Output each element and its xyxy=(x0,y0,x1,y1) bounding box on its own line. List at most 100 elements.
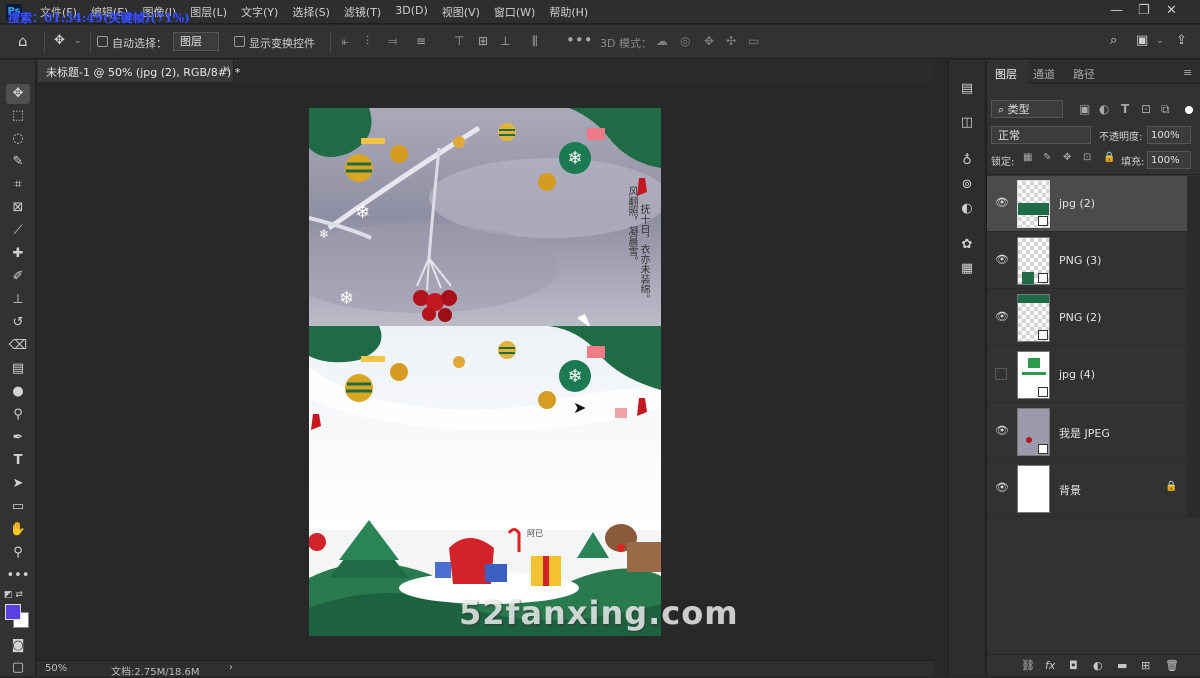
quick-select-tool-icon[interactable]: ✎ xyxy=(6,152,30,172)
lock-all-icon[interactable]: 🔒 xyxy=(1103,152,1115,163)
minimize-icon[interactable]: — xyxy=(1110,3,1123,18)
menu-type[interactable]: 文字(Y) xyxy=(241,4,278,20)
more-options-icon[interactable]: ••• xyxy=(566,31,593,49)
filter-pixel-icon[interactable]: ▣ xyxy=(1079,102,1090,116)
lock-transparent-icon[interactable]: ▦ xyxy=(1023,152,1032,163)
layer-name[interactable]: PNG (2) xyxy=(1059,311,1101,324)
eyedropper-tool-icon[interactable]: ⟋ xyxy=(6,221,30,241)
layer-name[interactable]: jpg (4) xyxy=(1059,368,1095,381)
lock-artboard-icon[interactable]: ⊡ xyxy=(1083,152,1091,163)
auto-select-checkbox[interactable] xyxy=(97,36,108,47)
crop-tool-icon[interactable]: ⌗ xyxy=(6,175,30,195)
marquee-tool-icon[interactable]: ⬚ xyxy=(6,106,30,126)
more-tools-icon[interactable]: ••• xyxy=(6,566,30,586)
fill-input[interactable]: 100% xyxy=(1147,151,1191,169)
layer-name[interactable]: jpg (2) xyxy=(1059,197,1095,210)
distribute-vertical-icon[interactable]: ⫼ xyxy=(532,34,538,49)
preset-chevron-icon[interactable]: ⌄ xyxy=(74,36,82,46)
filter-type-icon[interactable]: T xyxy=(1121,102,1129,116)
add-mask-icon[interactable]: ◘ xyxy=(1069,659,1078,672)
tab-channels[interactable]: 通道 xyxy=(1033,66,1055,82)
layers-scrollbar[interactable] xyxy=(1187,176,1200,518)
lock-pixels-icon[interactable]: ✎ xyxy=(1043,152,1051,163)
3d-pan-icon[interactable]: ✥ xyxy=(704,34,714,48)
hand-tool-icon[interactable]: ✋ xyxy=(6,520,30,540)
filter-kind-dropdown[interactable]: ⌕ 类型 xyxy=(991,100,1063,118)
align-bottom-icon[interactable]: ⊥ xyxy=(500,34,510,48)
gradient-tool-icon[interactable]: ▤ xyxy=(6,359,30,379)
search-icon[interactable]: ⌕ xyxy=(1110,33,1117,48)
3d-slide-icon[interactable]: ✣ xyxy=(726,34,736,48)
layer-lock-icon[interactable]: 🔒 xyxy=(1165,481,1177,492)
panel-menu-icon[interactable]: ≡ xyxy=(1183,66,1192,79)
color-panel-icon[interactable]: ✿ xyxy=(958,236,976,254)
filter-toggle[interactable] xyxy=(1185,106,1193,114)
3d-roll-icon[interactable]: ◎ xyxy=(680,34,690,48)
move-tool-preset-icon[interactable]: ✥ xyxy=(54,33,65,48)
layer-row-png-2[interactable]: 👁 PNG (2) xyxy=(987,290,1187,346)
filter-adjust-icon[interactable]: ◐ xyxy=(1099,102,1109,116)
pen-tool-icon[interactable]: ✒ xyxy=(6,428,30,448)
blend-mode-dropdown[interactable]: 正常 xyxy=(991,126,1091,144)
filter-shape-icon[interactable]: ⊡ xyxy=(1141,102,1151,116)
menu-filter[interactable]: 滤镜(T) xyxy=(344,4,381,20)
new-layer-icon[interactable]: ⊞ xyxy=(1141,659,1150,672)
path-select-icon[interactable]: ➤ xyxy=(6,474,30,494)
eraser-tool-icon[interactable]: ⌫ xyxy=(6,336,30,356)
layer-name[interactable]: 我是 JPEG xyxy=(1059,425,1110,441)
menu-select[interactable]: 选择(S) xyxy=(292,4,330,20)
screen-mode-icon[interactable]: ▢ xyxy=(6,658,30,678)
quick-mask-icon[interactable]: ◙ xyxy=(6,636,30,656)
history-panel-icon[interactable]: ▤ xyxy=(958,80,976,98)
layer-row-jpg-2[interactable]: 👁 jpg (2) xyxy=(987,176,1187,232)
layer-row-jpg-4[interactable]: jpg (4) xyxy=(987,347,1187,403)
layer-name[interactable]: 背景 xyxy=(1059,482,1081,498)
show-transform-checkbox[interactable] xyxy=(234,36,245,47)
properties-panel-icon[interactable]: ◫ xyxy=(958,114,976,132)
align-right-icon[interactable]: ⫤ xyxy=(388,34,397,49)
restore-icon[interactable]: ❐ xyxy=(1138,3,1150,18)
frame-tool-icon[interactable]: ⊠ xyxy=(6,198,30,218)
zoom-level[interactable]: 50% xyxy=(45,663,67,674)
foreground-color-swatch[interactable] xyxy=(5,604,21,620)
align-left-icon[interactable]: ⫦ xyxy=(342,34,349,49)
tab-paths[interactable]: 路径 xyxy=(1073,66,1095,82)
dodge-tool-icon[interactable]: ⚲ xyxy=(6,405,30,425)
align-top-icon[interactable]: ⊤ xyxy=(454,34,464,48)
auto-select-target-dropdown[interactable]: 图层 xyxy=(173,32,219,51)
brush-tool-icon[interactable]: ✐ xyxy=(6,267,30,287)
new-adjustment-icon[interactable]: ◐ xyxy=(1093,659,1103,672)
align-middle-icon[interactable]: ⊞ xyxy=(478,34,488,48)
visibility-eye-icon[interactable]: 👁 xyxy=(995,311,1009,323)
visibility-eye-icon[interactable]: 👁 xyxy=(995,197,1009,209)
delete-layer-icon[interactable]: 🗑 xyxy=(1165,659,1179,672)
swatches-panel-icon[interactable]: ▦ xyxy=(958,260,976,278)
fx-icon[interactable]: fx xyxy=(1045,659,1055,672)
menu-help[interactable]: 帮助(H) xyxy=(549,4,588,20)
visibility-eye-icon[interactable]: 👁 xyxy=(995,482,1009,494)
lasso-tool-icon[interactable]: ◌ xyxy=(6,129,30,149)
zoom-tool-icon[interactable]: ⚲ xyxy=(6,543,30,563)
menu-layer[interactable]: 图层(L) xyxy=(190,4,227,20)
home-icon[interactable]: ⌂ xyxy=(18,32,28,50)
adjustments-panel-icon[interactable]: ◐ xyxy=(958,200,976,218)
healing-brush-icon[interactable]: ✚ xyxy=(6,244,30,264)
move-tool-icon[interactable]: ✥ xyxy=(6,84,30,104)
libraries-panel-icon[interactable]: ⊚ xyxy=(958,176,976,194)
new-group-icon[interactable]: ▬ xyxy=(1117,659,1127,672)
blur-tool-icon[interactable]: ● xyxy=(6,382,30,402)
lock-position-icon[interactable]: ✥ xyxy=(1063,152,1071,163)
workspace-icon[interactable]: ▣ xyxy=(1136,33,1148,48)
rectangle-tool-icon[interactable]: ▭ xyxy=(6,497,30,517)
visibility-eye-icon[interactable]: 👁 xyxy=(995,254,1009,266)
share-icon[interactable]: ⇪ xyxy=(1176,33,1187,48)
close-window-icon[interactable]: ✕ xyxy=(1166,3,1177,18)
document-canvas[interactable]: ❄ ❄ ❄ ❄ ❄ 风翻照，凝晨雪。 抚十日，衣亦未装绵。 阿已 xyxy=(309,108,661,636)
3d-scale-icon[interactable]: ▭ xyxy=(748,34,759,48)
distribute-icon[interactable]: ≡ xyxy=(416,34,426,48)
history-brush-icon[interactable]: ↺ xyxy=(6,313,30,333)
layer-row-wo-shi-jpeg[interactable]: 👁 我是 JPEG xyxy=(987,404,1187,460)
status-menu-arrow-icon[interactable]: › xyxy=(229,662,233,673)
type-tool-icon[interactable]: T xyxy=(6,451,30,471)
workspace-chevron-icon[interactable]: ⌄ xyxy=(1156,36,1164,46)
